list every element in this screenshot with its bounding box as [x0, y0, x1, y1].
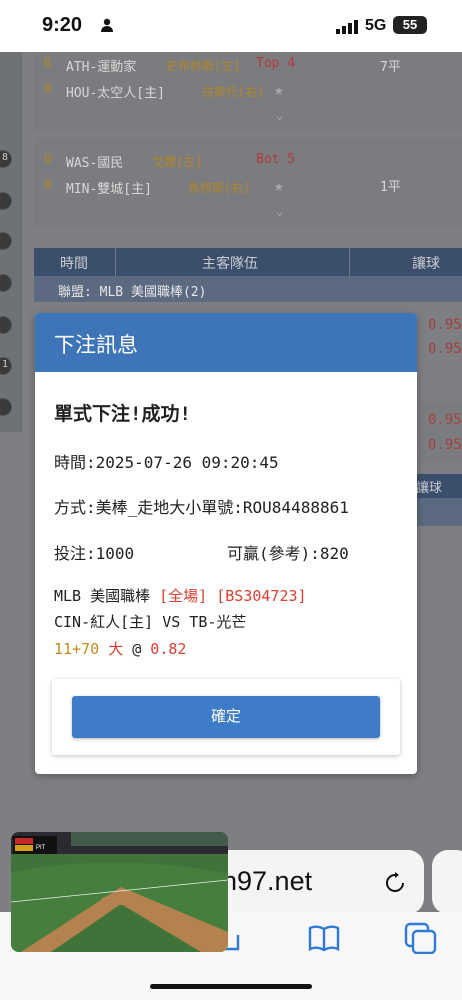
- team-name: HOU-太空人[主]: [66, 86, 165, 101]
- odds-value[interactable]: 0.95: [428, 341, 462, 357]
- pitcher: 古斯托[右]: [202, 85, 265, 99]
- inning: Bot 5: [256, 152, 296, 167]
- odds-cell: [418, 402, 462, 462]
- spread: 1平: [380, 180, 401, 195]
- pitcher: 史布林斯[左]: [166, 59, 241, 73]
- battery-icon: 55: [393, 16, 427, 34]
- modal-title: 下注訊息: [54, 334, 138, 357]
- table-header: 時間 主客隊伍 讓球: [34, 248, 462, 276]
- team-name: MIN-雙城[主]: [66, 182, 152, 197]
- league-row[interactable]: 聯盟: MLB 美國職棒(2): [34, 276, 462, 302]
- modal-header: 下注訊息: [35, 313, 417, 372]
- bet-period: [全場]: [159, 587, 208, 605]
- button-panel: 確定: [52, 679, 400, 755]
- sidebar-badge[interactable]: 8: [0, 150, 12, 168]
- ticket-id: [BS304723]: [216, 587, 307, 605]
- score: 0: [44, 152, 52, 167]
- cellular-signal-icon: [336, 20, 358, 34]
- league-label: 聯盟: MLB 美國職棒(2): [58, 285, 207, 300]
- col-teams: 主客隊伍: [202, 255, 258, 271]
- handicap-line: 11+70: [54, 640, 100, 658]
- score: 6: [44, 56, 52, 71]
- left-sidebar: 8 1: [0, 52, 22, 432]
- league-row: [412, 498, 462, 526]
- game-row[interactable]: 6 ATH-運動家 史布林斯[左] Top 4 7平 0 HOU-太空人[主] …: [34, 52, 462, 132]
- success-heading: 單式下注!成功!: [54, 403, 191, 425]
- scoreboard-team: PIT: [36, 845, 46, 851]
- pick: 大: [108, 640, 124, 658]
- pip-video[interactable]: PIT: [11, 832, 228, 952]
- bet-detail-line1: MLB 美國職棒 [全場] [BS304723]: [54, 585, 307, 606]
- pitcher: 馬修斯[右]: [188, 181, 251, 195]
- odds-value[interactable]: 0.95: [428, 317, 462, 333]
- bet-win: 可贏(參考):820: [227, 544, 349, 563]
- bookmarks-icon[interactable]: [308, 924, 340, 952]
- league-name: MLB 美國職棒: [54, 587, 151, 605]
- clock: 9:20: [42, 14, 83, 36]
- sidebar-badge[interactable]: [0, 316, 12, 334]
- bet-info-modal: 下注訊息 單式下注!成功! 時間:2025-07-26 09:20:45 方式:…: [35, 313, 417, 774]
- odds-value[interactable]: 0.95: [428, 437, 462, 453]
- reload-icon[interactable]: [384, 872, 406, 894]
- bet-stake: 投注:1000: [54, 544, 135, 563]
- person-icon: [101, 18, 113, 32]
- chevron-down-icon[interactable]: ⌄: [276, 204, 283, 218]
- team-name: ATH-運動家: [66, 60, 137, 75]
- network-type: 5G: [365, 17, 387, 34]
- sidebar-badge[interactable]: 1: [0, 357, 12, 375]
- confirm-button[interactable]: 確定: [72, 696, 380, 738]
- col-time: 時間: [60, 255, 88, 271]
- sidebar-badge[interactable]: [0, 274, 12, 292]
- star-icon[interactable]: ★: [274, 176, 284, 195]
- game-row[interactable]: 0 WAS-國民 戈爾[左] Bot 5 0 MIN-雙城[主] 馬修斯[右] …: [34, 138, 462, 228]
- sidebar-badge[interactable]: [0, 192, 12, 210]
- matchup: CIN-紅人[主] VS TB-光芒: [54, 613, 247, 631]
- odds-value[interactable]: 0.95: [428, 412, 462, 428]
- sidebar-badge[interactable]: [0, 232, 12, 250]
- bet-selection: 11+70 大 @ 0.82: [54, 640, 187, 658]
- inning: Top 4: [256, 56, 296, 71]
- table-header: 讓球: [412, 474, 462, 498]
- home-indicator[interactable]: [150, 984, 312, 989]
- tab-strip-peek[interactable]: [432, 850, 462, 914]
- bet-time: 時間:2025-07-26 09:20:45: [54, 453, 279, 472]
- bet-odds: 0.82: [150, 640, 187, 658]
- score: 0: [44, 178, 52, 193]
- chevron-down-icon[interactable]: ⌄: [276, 108, 283, 122]
- score: 0: [44, 82, 52, 97]
- pitcher: 戈爾[左]: [152, 155, 203, 169]
- url-text: n97.net: [222, 866, 313, 896]
- spread: 7平: [380, 60, 401, 75]
- bet-method: 方式:美棒_走地大小單號:ROU84488861: [54, 498, 349, 517]
- sidebar-badge[interactable]: [0, 398, 12, 416]
- tabs-icon[interactable]: [404, 922, 438, 954]
- team-name: WAS-國民: [66, 156, 124, 171]
- col-handicap: 讓球: [412, 255, 440, 271]
- star-icon[interactable]: ★: [274, 80, 284, 99]
- status-bar: 9:20 5G 55: [0, 0, 462, 52]
